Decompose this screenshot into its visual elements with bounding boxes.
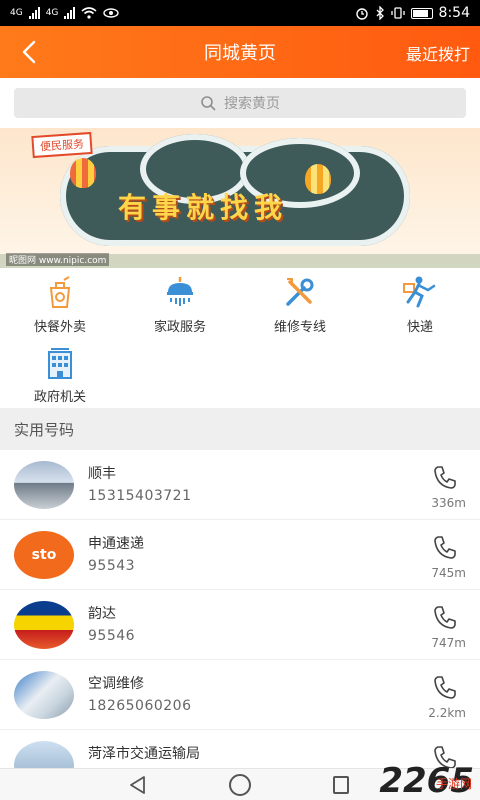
status-left: 4G 4G [10, 7, 120, 19]
watermark-sub: 手游网 [435, 777, 472, 791]
contact-phone: 18265060206 [88, 698, 192, 714]
contact-name: 韵达 [88, 606, 116, 622]
category-repair[interactable]: 维修专线 [240, 268, 360, 338]
network-type-2: 4G [45, 8, 59, 18]
nav-recent-icon[interactable] [333, 776, 349, 794]
avatar [14, 601, 74, 649]
balloon-icon [305, 164, 331, 194]
contact-phone: 15315403721 [88, 488, 192, 504]
contact-distance: 745m [431, 566, 466, 580]
contact-phone: 95543 [88, 558, 136, 574]
search-area: 搜索黄页 [0, 78, 480, 128]
search-placeholder: 搜索黄页 [224, 96, 280, 112]
banner-footer: 昵图网 www.nipic.com [6, 253, 110, 266]
wifi-icon [81, 7, 97, 19]
banner-slogan: 有事就找我 [118, 191, 289, 224]
app-header: 同城黄页 最近拨打 [0, 26, 480, 78]
list-item[interactable]: 韵达 95546 747m [0, 590, 480, 660]
category-government[interactable]: 政府机关 [0, 338, 120, 408]
contact-distance: 2.2km [428, 706, 466, 720]
phone-icon[interactable] [432, 674, 458, 700]
category-label: 快递 [406, 320, 433, 335]
avatar: sto [14, 531, 74, 579]
contact-phone: 95546 [88, 628, 136, 644]
search-icon [201, 96, 216, 111]
contact-list[interactable]: 顺丰 15315403721 336m sto 申通速递 95543 745m … [0, 450, 480, 768]
signal-icon [28, 7, 40, 19]
phone-icon[interactable] [432, 534, 458, 560]
balloon-icon [70, 158, 96, 188]
category-express[interactable]: 快递 [360, 268, 480, 338]
contact-distance: 336m [431, 496, 466, 510]
tools-icon [286, 278, 314, 306]
category-housekeeping[interactable]: 家政服务 [120, 268, 240, 338]
banner-tag: 便民服务 [31, 131, 93, 159]
bluetooth-icon [376, 6, 384, 20]
nav-back-icon[interactable] [128, 775, 148, 795]
page-title: 同城黄页 [204, 43, 276, 64]
search-input[interactable]: 搜索黄页 [14, 88, 466, 118]
list-item[interactable]: 空调维修 18265060206 2.2km [0, 660, 480, 730]
category-label: 家政服务 [153, 320, 206, 335]
system-nav-bar: 2265 手游网 [0, 761, 480, 800]
section-title: 实用号码 [0, 408, 480, 450]
contact-distance: 747m [431, 636, 466, 650]
list-item[interactable]: 顺丰 15315403721 336m [0, 450, 480, 520]
battery-icon [410, 7, 433, 19]
contact-name: 空调维修 [88, 676, 144, 692]
recent-calls-button[interactable]: 最近拨打 [406, 41, 470, 65]
category-grid: 快餐外卖 家政服务 维修专线 快递 政府机关 [0, 268, 480, 408]
category-label: 快餐外卖 [33, 320, 86, 335]
category-takeout[interactable]: 快餐外卖 [0, 268, 120, 338]
status-right: 8:54 [355, 5, 470, 21]
nav-home-icon[interactable] [229, 774, 251, 796]
signal-icon-2 [64, 7, 76, 19]
phone-icon[interactable] [432, 604, 458, 630]
contact-name: 菏泽市交通运输局 [88, 746, 200, 762]
eye-icon [103, 8, 120, 18]
takeout-bag-icon [49, 276, 71, 308]
category-label: 维修专线 [273, 320, 326, 335]
chevron-left-icon[interactable] [18, 40, 42, 64]
status-bar: 4G 4G 8:54 [0, 0, 480, 26]
avatar [14, 741, 74, 768]
list-item[interactable]: sto 申通速递 95543 745m [0, 520, 480, 590]
courier-icon [403, 276, 436, 308]
contact-name: 顺丰 [88, 466, 116, 482]
alarm-icon [355, 8, 368, 20]
shower-icon [167, 277, 193, 306]
network-type-1: 4G [10, 8, 23, 18]
promo-banner[interactable]: 便民服务 有事就找我 昵图网 www.nipic.com [0, 128, 480, 268]
category-label: 政府机关 [33, 390, 86, 405]
phone-icon[interactable] [432, 464, 458, 490]
status-time: 8:54 [438, 5, 470, 21]
vibrate-icon [390, 7, 405, 19]
avatar [14, 461, 74, 509]
contact-name: 申通速递 [88, 536, 144, 552]
avatar [14, 671, 74, 719]
building-icon [48, 348, 72, 379]
